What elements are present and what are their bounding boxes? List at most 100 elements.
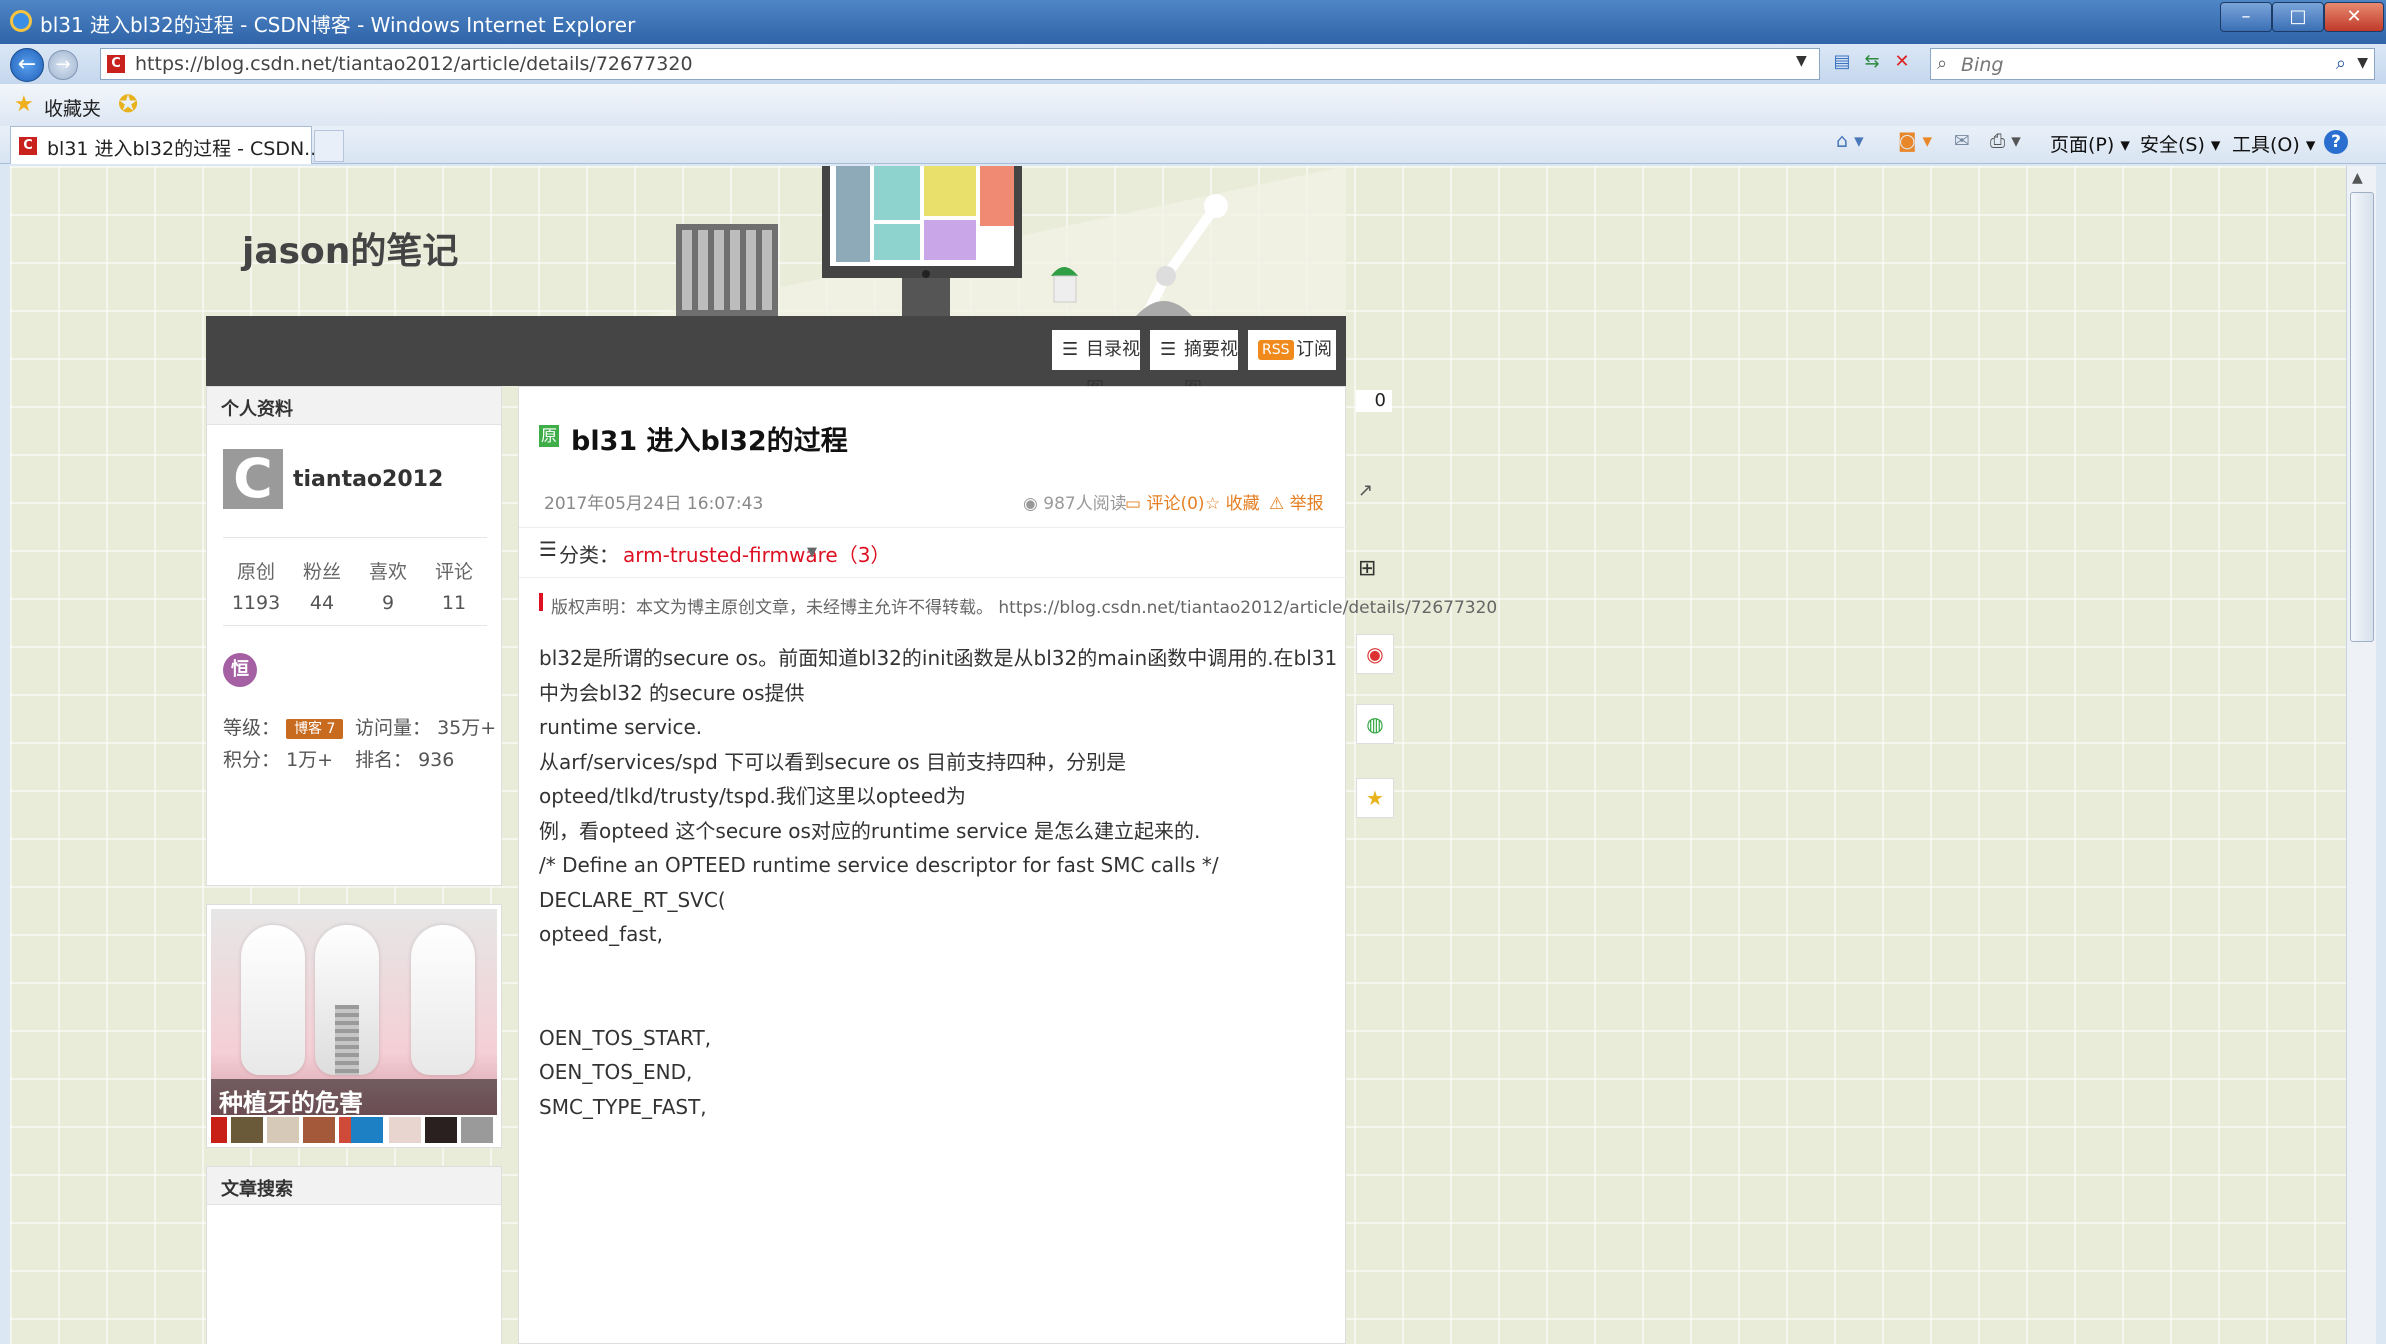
profile-heading: 个人资料: [207, 387, 501, 425]
category-list-icon: ☰: [539, 537, 557, 561]
stat-label: 喜欢: [368, 561, 407, 583]
body-line: OEN_TOS_END,: [539, 1060, 693, 1084]
search-dropdown-icon[interactable]: ▼: [2357, 55, 2368, 71]
stat-comments: 评论 11: [421, 557, 487, 614]
stat-value: 11: [441, 592, 467, 614]
ad-thumbnail[interactable]: [303, 1117, 335, 1143]
tools-menu[interactable]: 工具(O) ▾: [2232, 130, 2315, 157]
ad-caption[interactable]: 种植牙的危害: [211, 1079, 497, 1117]
article-title[interactable]: bl31 进入bl32的过程: [571, 419, 848, 458]
rank-value: 936: [418, 749, 455, 771]
chevron-down-icon[interactable]: ▼: [807, 545, 817, 560]
body-line: DECLARE_RT_SVC(: [539, 887, 726, 912]
address-dropdown-icon[interactable]: ▼: [1796, 53, 1807, 69]
banner-illustration: [646, 166, 1346, 316]
subscribe-label: 订阅: [1296, 339, 1332, 360]
summary-list-icon: ☰: [1160, 339, 1177, 360]
vertical-scrollbar[interactable]: ▲: [2346, 166, 2376, 1344]
category-link[interactable]: arm-trusted-firmware（3）: [623, 539, 890, 568]
search-input[interactable]: Bing: [1961, 54, 2003, 76]
visits-label: 访问量：: [355, 717, 432, 739]
address-url[interactable]: https://blog.csdn.net/tiantao2012/articl…: [135, 53, 693, 75]
ad-panel[interactable]: 种植牙的危害: [206, 904, 502, 1148]
read-count-label: 987人阅读: [1043, 494, 1127, 514]
ad-thumbnail[interactable]: [231, 1117, 263, 1143]
refresh-icon[interactable]: ⇆: [1860, 50, 1884, 74]
search-box[interactable]: ⌕ Bing ⌕ ▼: [1930, 48, 2375, 80]
body-line: bl32是所谓的secure os。前面知道bl32的init函数是从bl32的…: [539, 646, 1338, 705]
comment-label: 评论(0): [1146, 494, 1205, 514]
directory-view-button[interactable]: ☰ 目录视图: [1052, 330, 1140, 400]
safety-menu[interactable]: 安全(S) ▾: [2140, 130, 2220, 157]
ad-thumbnails: [211, 1117, 499, 1145]
report-link[interactable]: ⚠ 举报: [1269, 489, 1324, 514]
subscribe-button[interactable]: RSS 订阅: [1248, 330, 1336, 370]
weibo-share-icon[interactable]: ◉: [1356, 634, 1394, 674]
close-window-button[interactable]: ✕: [2324, 2, 2384, 32]
avatar[interactable]: C: [223, 449, 283, 509]
medal-icon[interactable]: 恒: [223, 653, 257, 687]
level-badge: 博客 7: [286, 718, 344, 739]
title-bar: bl31 进入bl32的过程 - CSDN博客 - Windows Intern…: [0, 0, 2386, 44]
tab-active[interactable]: C bl31 进入bl32的过程 - CSDN...: [10, 126, 322, 164]
maximize-button[interactable]: □: [2272, 2, 2324, 32]
list-icon: ☰: [1062, 339, 1079, 360]
star-outline-icon: ☆: [1205, 494, 1221, 514]
points-label: 积分：: [223, 749, 281, 771]
back-button[interactable]: ←: [10, 48, 44, 82]
stat-label: 粉丝: [302, 561, 341, 583]
add-favorite-icon[interactable]: ✪: [118, 90, 138, 118]
stop-icon[interactable]: ✕: [1890, 50, 1914, 74]
wechat-share-icon[interactable]: ◍: [1356, 704, 1394, 744]
share-arrow-icon[interactable]: ↗: [1358, 480, 1373, 501]
body-line: 例，看opteed 这个secure os对应的runtime service …: [539, 818, 1201, 843]
csdn-favicon-icon: C: [107, 55, 125, 73]
page-menu[interactable]: 页面(P) ▾: [2050, 130, 2130, 157]
rank-label: 排名：: [355, 749, 413, 771]
scroll-thumb[interactable]: [2350, 192, 2374, 642]
ad-thumbnail[interactable]: [267, 1117, 299, 1143]
summary-view-button[interactable]: ☰ 摘要视图: [1150, 330, 1238, 400]
favorite-link[interactable]: ☆ 收藏: [1205, 489, 1260, 514]
search-icon: ⌕: [1937, 53, 1948, 74]
address-bar[interactable]: C https://blog.csdn.net/tiantao2012/arti…: [100, 48, 1820, 80]
ad-thumbnail[interactable]: [461, 1117, 493, 1143]
minimize-button[interactable]: –: [2220, 2, 2272, 32]
body-line: /* Define an OPTEED runtime service desc…: [539, 853, 1219, 877]
ad-thumbnail[interactable]: [389, 1117, 421, 1143]
ad-thumbnail[interactable]: [425, 1117, 457, 1143]
original-badge: 原: [539, 425, 559, 447]
divider: [519, 577, 1347, 578]
blog-toolbar: ☰ 目录视图 ☰ 摘要视图 RSS 订阅: [206, 316, 1346, 400]
browser-window: bl31 进入bl32的过程 - CSDN博客 - Windows Intern…: [0, 0, 2386, 1344]
scroll-up-icon[interactable]: ▲: [2352, 170, 2363, 186]
blog-banner: jason的笔记: [206, 166, 1346, 316]
divider: [519, 527, 1347, 528]
username[interactable]: tiantao2012: [293, 467, 443, 492]
blog-name[interactable]: jason的笔记: [242, 222, 458, 274]
print-icon[interactable]: ⎙ ▾: [1990, 130, 2021, 152]
body-line: OEN_TOS_START,: [539, 1025, 712, 1050]
ad-thumbnail[interactable]: [351, 1117, 383, 1143]
rss-icon: RSS: [1258, 340, 1294, 360]
ad-image[interactable]: 种植牙的危害: [211, 909, 497, 1117]
help-icon[interactable]: ?: [2324, 130, 2348, 154]
mail-icon[interactable]: ✉: [1954, 130, 1970, 152]
new-tab-button[interactable]: [314, 130, 344, 162]
qzone-share-icon[interactable]: ★: [1356, 778, 1394, 818]
article-panel: 原 bl31 进入bl32的过程 2017年05月24日 16:07:43 ◉ …: [518, 386, 1497, 1344]
share-label-icon: ⊞: [1358, 556, 1377, 581]
stat-fans: 粉丝 44: [289, 557, 355, 614]
home-icon[interactable]: ⌂ ▾: [1836, 130, 1864, 152]
feeds-icon[interactable]: ◙ ▾: [1898, 130, 1932, 152]
favorites-star-icon[interactable]: ★: [14, 92, 34, 117]
ad-thumbnail[interactable]: [211, 1117, 227, 1143]
article-search-panel: 文章搜索: [206, 1166, 502, 1344]
compatibility-view-icon[interactable]: ▤: [1830, 50, 1854, 74]
search-go-icon[interactable]: ⌕: [2336, 53, 2346, 74]
forward-button[interactable]: →: [48, 50, 78, 80]
comment-link[interactable]: ▭ 评论(0): [1125, 489, 1205, 514]
body-line: [539, 952, 1339, 987]
favorites-button[interactable]: 收藏夹: [44, 94, 101, 121]
stat-value: 9: [381, 592, 395, 614]
